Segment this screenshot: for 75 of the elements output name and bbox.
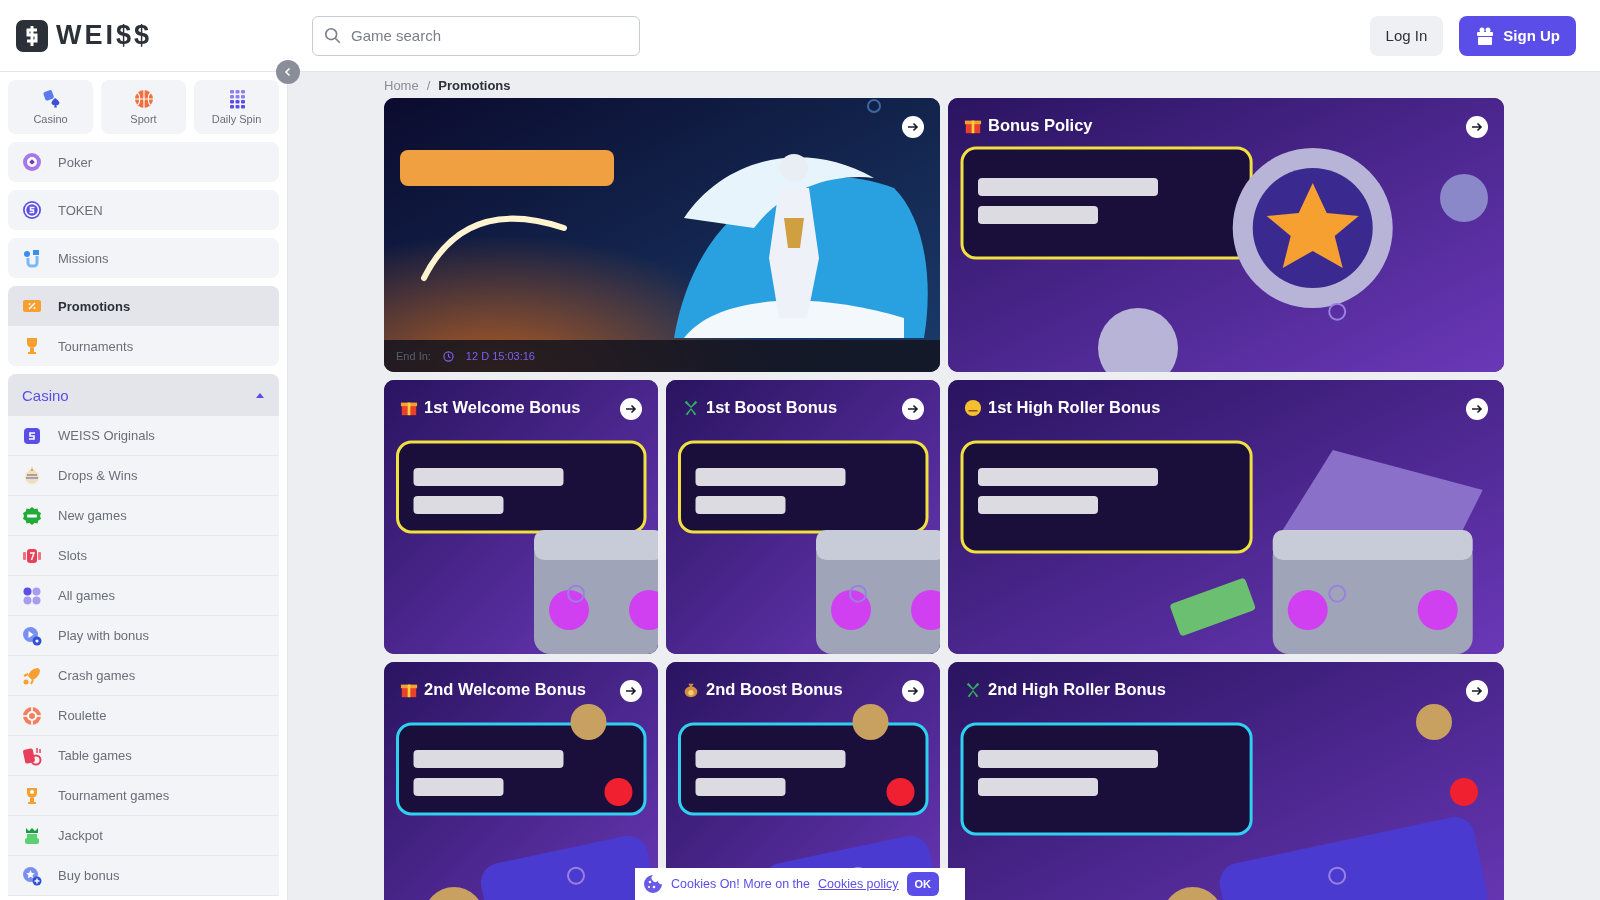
clock-icon — [442, 350, 454, 362]
sidebar-item[interactable]: Slots — [8, 536, 279, 576]
cards-icon — [22, 745, 42, 766]
play-icon — [22, 625, 42, 646]
coin-icon — [22, 200, 42, 220]
arrow-right-icon — [1471, 121, 1483, 133]
sidebar-item[interactable]: All games — [8, 576, 279, 616]
arrow-right-icon — [907, 685, 919, 697]
rocket-icon — [22, 665, 42, 686]
nav-tile[interactable]: Casino — [8, 80, 93, 134]
grid-icon — [22, 585, 42, 606]
logo-icon — [16, 19, 48, 52]
search-field[interactable]: Game search — [312, 15, 640, 56]
missions-icon — [22, 248, 42, 268]
gift-icon — [1475, 25, 1496, 46]
arrow-right-icon — [1471, 685, 1483, 697]
sidebar-item[interactable]: TOKEN — [8, 190, 279, 230]
star-icon — [22, 865, 42, 886]
promo-card[interactable]: 2nd Welcome Bonus — [384, 662, 658, 900]
promo-card[interactable]: End In: 12 D 15:03:16 — [384, 98, 940, 372]
card-title: 2nd High Roller Bonus — [988, 680, 1166, 699]
promo-card[interactable]: 1st Boost Bonus — [666, 380, 940, 654]
timer-label: End In: — [396, 350, 431, 362]
originals-icon — [22, 425, 42, 446]
cookie-icon — [643, 874, 663, 894]
logo-text: WEI$$ — [56, 20, 153, 51]
promo-card[interactable]: 2nd High Roller Bonus — [948, 662, 1504, 900]
sidebar-item[interactable]: Missions — [8, 238, 279, 278]
breadcrumb-link[interactable]: Home — [384, 77, 419, 93]
promo-card[interactable]: Bonus Policy — [948, 98, 1504, 372]
cookie-text: Cookies On! More on the — [671, 877, 810, 891]
new-badge-icon — [22, 505, 42, 526]
sidebar-item[interactable]: Tournament games — [8, 776, 279, 816]
promo-card[interactable]: 1st Welcome Bonus — [384, 380, 658, 654]
card-title: Bonus Policy — [988, 116, 1093, 135]
caret-icon — [255, 391, 265, 399]
chevron-left-icon — [283, 67, 293, 77]
sidebar-item[interactable]: Table games — [8, 736, 279, 776]
timer-value: 12 D 15:03:16 — [465, 350, 535, 362]
section-header[interactable]: Casino — [8, 374, 279, 416]
crown-icon — [22, 825, 42, 846]
nav-tile[interactable]: Daily Spin — [194, 80, 279, 134]
arrow-right-icon — [625, 403, 637, 415]
card-title: 1st Boost Bonus — [706, 398, 838, 417]
search-icon — [324, 26, 342, 45]
sidebar-item[interactable]: Poker — [8, 142, 279, 182]
breadcrumb-separator: / — [426, 77, 431, 93]
cookies-policy-link[interactable]: Cookies policy — [817, 877, 899, 891]
breadcrumb-link[interactable]: Promotions — [438, 77, 511, 93]
sidebar-item[interactable]: Play with bonus — [8, 616, 279, 656]
sign-up-button[interactable]: Sign Up — [1459, 15, 1576, 56]
log-in-button[interactable]: Log In — [1369, 15, 1444, 56]
sidebar-item[interactable]: Drops & Wins — [8, 456, 279, 496]
arrow-right-icon — [907, 121, 919, 133]
roulette-icon — [22, 705, 42, 726]
sidebar-item[interactable]: Buy bonus — [8, 856, 279, 896]
arrow-right-icon — [625, 685, 637, 697]
sidebar-item[interactable]: Jackpot — [8, 816, 279, 856]
ok-button[interactable]: OK — [906, 872, 940, 896]
coin-icon — [964, 398, 982, 417]
arrow-right-icon — [907, 403, 919, 415]
sidebar-item[interactable]: WEISS Originals — [8, 416, 279, 456]
nav-tile[interactable]: Sport — [101, 80, 186, 134]
card-title: 1st High Roller Bonus — [988, 398, 1161, 417]
card-title: 2nd Boost Bonus — [706, 680, 843, 699]
ball-icon — [133, 89, 154, 109]
card-title: 1st Welcome Bonus — [424, 398, 581, 417]
card-title: 2nd Welcome Bonus — [424, 680, 586, 699]
chip-icon — [22, 152, 42, 172]
sidebar-item[interactable]: Promotions — [8, 286, 279, 326]
arrow-right-icon — [1471, 403, 1483, 415]
promo-card[interactable]: 1st High Roller Bonus — [948, 380, 1504, 654]
sidebar-item[interactable]: Roulette — [8, 696, 279, 736]
sidebar-item[interactable]: Crash games — [8, 656, 279, 696]
sidebar-item[interactable]: New games — [8, 496, 279, 536]
